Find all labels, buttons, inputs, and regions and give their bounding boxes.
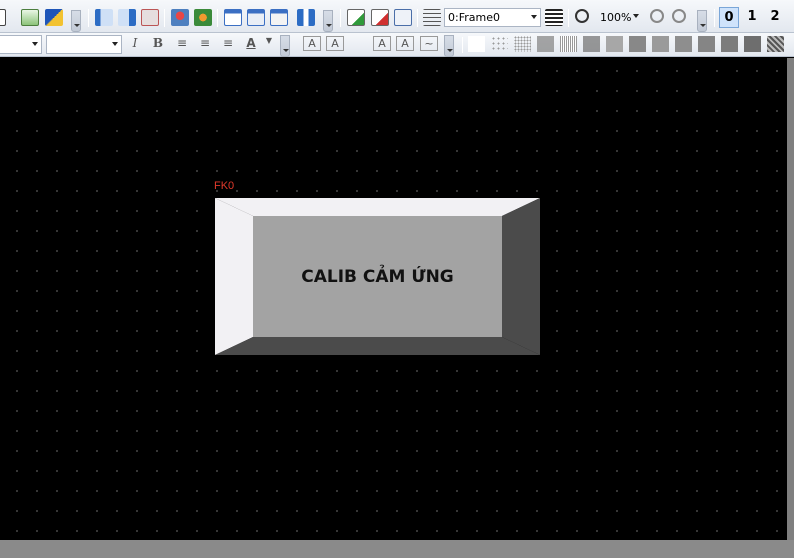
text-outline-icon[interactable]: A — [326, 36, 344, 51]
zoom-in-icon[interactable] — [575, 9, 589, 23]
text-frame-icon[interactable]: A — [303, 36, 321, 51]
align-right-objects-icon[interactable] — [118, 9, 136, 26]
font-style-icon[interactable] — [45, 9, 63, 26]
vertical-scrollbar[interactable] — [787, 58, 794, 540]
pattern-dark-icon[interactable] — [698, 36, 715, 52]
toolbar-grip[interactable] — [444, 35, 454, 57]
align-center-icon[interactable]: ≡ — [196, 36, 214, 50]
pattern-none-icon[interactable] — [468, 36, 485, 52]
toolbar-grip[interactable] — [323, 10, 333, 32]
delete-align-icon[interactable] — [141, 9, 159, 26]
chart-window-icon[interactable] — [224, 9, 242, 26]
chevron-down-icon[interactable]: ▼ — [260, 36, 278, 45]
pattern-dense-icon[interactable] — [606, 36, 623, 52]
pattern-mesh-icon[interactable] — [583, 36, 600, 52]
align-left-objects-icon[interactable] — [95, 9, 113, 26]
pattern-cross-icon[interactable] — [721, 36, 738, 52]
pattern-dots-icon[interactable] — [514, 36, 531, 52]
language-0-button[interactable]: 0 — [719, 7, 739, 28]
text-up-icon[interactable]: A — [373, 36, 391, 51]
new-frame-icon[interactable] — [347, 9, 365, 26]
chevron-down-icon — [32, 42, 38, 46]
text-down-icon[interactable]: A — [396, 36, 414, 51]
bold-button[interactable]: B — [149, 36, 167, 50]
chevron-down-icon — [112, 42, 118, 46]
main-toolbar: 0:Frame0 100% 0 1 2 — [0, 0, 794, 33]
calib-touch-button[interactable]: CALIB CẢM ỨNG — [215, 198, 540, 355]
zoom-fit-icon[interactable] — [672, 9, 686, 23]
language-2-button[interactable]: 2 — [765, 7, 785, 28]
calib-touch-button-label: CALIB CẢM ỨNG — [301, 266, 454, 287]
frame-list-icon[interactable] — [423, 9, 441, 26]
italic-button[interactable]: I — [126, 36, 144, 50]
object-id-label: FK0 — [214, 180, 235, 192]
chevron-down-icon — [531, 15, 537, 19]
pattern-darker-icon[interactable] — [675, 36, 692, 52]
pattern-heavy-icon[interactable] — [744, 36, 761, 52]
toolbar-grip[interactable] — [697, 10, 707, 32]
frame-properties-icon[interactable] — [545, 9, 563, 26]
align-right-icon[interactable]: ≡ — [219, 36, 237, 50]
user-help-icon[interactable] — [194, 9, 212, 26]
zoom-dropdown[interactable] — [630, 8, 642, 27]
language-1-button[interactable]: 1 — [742, 7, 762, 28]
align-left-icon[interactable]: ≡ — [173, 36, 191, 50]
font-select[interactable] — [0, 35, 42, 54]
pattern-lines-icon[interactable] — [560, 36, 577, 52]
font-size-select[interactable] — [46, 35, 122, 54]
delete-frame-icon[interactable] — [371, 9, 389, 26]
copy-frame-icon[interactable] — [394, 9, 412, 26]
hmi-editor-window: 0:Frame0 100% 0 1 2 I B ≡ ≡ ≡ A ▼ A A A … — [0, 0, 794, 558]
group-icon[interactable] — [297, 9, 315, 26]
record-icon[interactable] — [171, 9, 189, 26]
toolbar-grip[interactable] — [280, 35, 290, 57]
frame-select[interactable]: 0:Frame0 — [444, 8, 541, 27]
chevron-down-icon — [633, 14, 639, 18]
pattern-dots-sparse-icon[interactable] — [491, 36, 508, 52]
pattern-diagonal-icon[interactable] — [767, 36, 784, 52]
zoom-out-icon[interactable] — [650, 9, 664, 23]
pattern-mid-icon[interactable] — [629, 36, 646, 52]
font-color-button[interactable]: A — [242, 36, 260, 50]
toolbar-grip[interactable] — [71, 10, 81, 32]
frame-window-icon[interactable] — [247, 9, 265, 26]
sub-window-icon[interactable] — [270, 9, 288, 26]
frame-select-value: 0:Frame0 — [448, 11, 500, 24]
save-icon[interactable] — [21, 9, 39, 26]
wave-icon[interactable]: ~ — [420, 36, 438, 51]
pattern-grey-icon[interactable] — [652, 36, 669, 52]
open-icon[interactable] — [0, 9, 6, 26]
zoom-value[interactable]: 100% — [600, 11, 631, 24]
pattern-fine-icon[interactable] — [537, 36, 554, 52]
horizontal-scrollbar[interactable] — [0, 540, 794, 558]
